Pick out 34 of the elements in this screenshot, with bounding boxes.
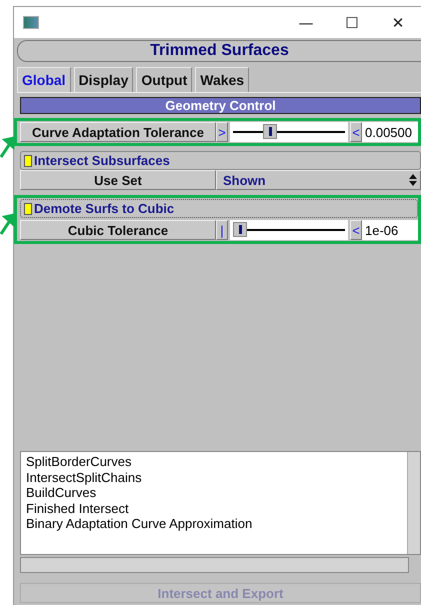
log-line: Binary Adaptation Curve Approximation	[26, 516, 254, 532]
parameter-button[interactable]: Cubic Tolerance	[20, 220, 216, 240]
close-button[interactable]: ✕	[375, 14, 421, 32]
dropdown[interactable]: Shown	[216, 170, 421, 190]
parameter-button[interactable]: Curve Adaptation Tolerance	[20, 122, 216, 142]
parameter-button[interactable]: Use Set	[20, 170, 216, 190]
slider-thumb[interactable]	[233, 222, 248, 237]
toggle-button[interactable]: Demote Surfs to Cubic	[20, 199, 418, 218]
horizontal-scrollbar[interactable]	[20, 557, 409, 573]
step-button[interactable]: <	[350, 220, 362, 240]
log-line: BuildCurves	[26, 485, 98, 500]
spinner-icon	[408, 173, 418, 187]
log-line: IntersectSplitChains	[26, 470, 143, 485]
log-line: Finished Intersect	[26, 500, 130, 516]
vertical-scrollbar[interactable]	[407, 452, 420, 554]
section-header: Geometry Control	[20, 97, 421, 114]
log-line: SplitBorderCurves	[26, 454, 132, 470]
step-button[interactable]: <	[350, 122, 362, 142]
toggle-button[interactable]: Intersect Subsurfaces	[20, 151, 421, 170]
slider-thumb[interactable]	[263, 124, 278, 139]
minimize-button[interactable]: —	[283, 14, 329, 32]
tab[interactable]: Global	[17, 67, 71, 92]
step-button[interactable]: >	[216, 122, 228, 142]
value-field[interactable]: 0.00500	[362, 122, 418, 142]
value-field[interactable]: 1e-06	[362, 220, 418, 240]
step-button[interactable]: |	[216, 220, 228, 240]
tab[interactable]: Wakes	[195, 67, 250, 92]
app-icon	[23, 16, 39, 29]
tab[interactable]: Output	[136, 67, 192, 92]
slider-track[interactable]	[230, 122, 348, 142]
tab[interactable]: Display	[74, 67, 134, 92]
maximize-button[interactable]: ☐	[329, 14, 375, 32]
panel-title: Trimmed Surfaces	[17, 40, 421, 62]
slider-track[interactable]	[230, 220, 348, 240]
